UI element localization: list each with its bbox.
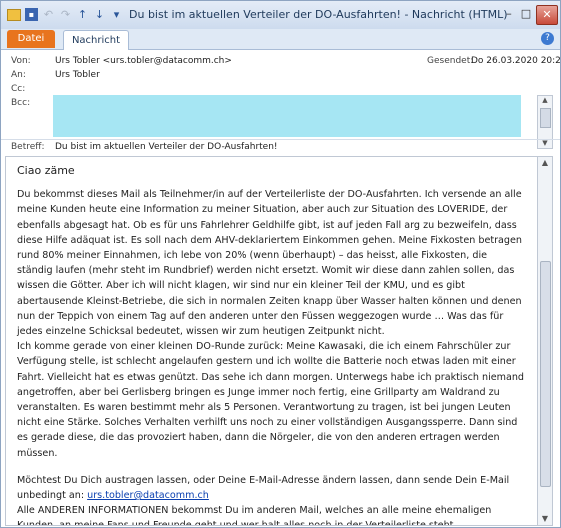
subject-value: Du bist im aktuellen Verteiler der DO-Au… bbox=[55, 142, 278, 152]
sent-value: Do 26.03.2020 20:29 bbox=[471, 56, 561, 66]
scroll-up-icon[interactable]: ▲ bbox=[538, 157, 552, 169]
scroll-thumb[interactable] bbox=[540, 261, 551, 487]
email-link[interactable]: urs.tobler@datacomm.ch bbox=[87, 490, 209, 501]
title-bar: ▪ ↶ ↷ ↑ ↓ ▾ Du bist im aktuellen Verteil… bbox=[1, 1, 560, 29]
close-button[interactable]: ✕ bbox=[536, 5, 558, 25]
message-body: Ciao zäme Du bekommst dieses Mail als Te… bbox=[5, 156, 538, 526]
minimize-button[interactable]: – bbox=[501, 5, 517, 23]
header-scrollbar[interactable]: ▲ ▼ bbox=[537, 95, 553, 149]
next-item-icon[interactable]: ↓ bbox=[93, 8, 106, 21]
scroll-down-icon[interactable]: ▼ bbox=[538, 513, 552, 525]
body-scrollbar[interactable]: ▲ ▼ bbox=[537, 156, 553, 526]
sent-label: Gesendet: bbox=[427, 56, 474, 66]
email-window: ▪ ↶ ↷ ↑ ↓ ▾ Du bist im aktuellen Verteil… bbox=[0, 0, 561, 528]
save-icon[interactable]: ▪ bbox=[25, 8, 38, 21]
message-body-text: Ciao zäme Du bekommst dieses Mail als Te… bbox=[17, 163, 525, 526]
to-label: An: bbox=[11, 70, 26, 80]
cc-label: Cc: bbox=[11, 84, 26, 94]
from-label: Von: bbox=[11, 56, 31, 66]
from-value[interactable]: Urs Tobler <urs.tobler@datacomm.ch> bbox=[55, 56, 232, 66]
outlook-mail-icon[interactable] bbox=[7, 8, 21, 21]
header-divider bbox=[1, 139, 560, 140]
to-value[interactable]: Urs Tobler bbox=[55, 70, 100, 80]
paragraph-2: Ich komme gerade von einer kleinen DO-Ru… bbox=[17, 341, 525, 459]
paragraph-3: Möchtest Du Dich austragen lassen, oder … bbox=[17, 473, 525, 503]
scroll-down-icon[interactable]: ▼ bbox=[538, 139, 552, 148]
subject-label: Betreff: bbox=[11, 142, 45, 152]
maximize-button[interactable]: □ bbox=[518, 5, 534, 23]
paragraph-1: Du bekommst dieses Mail als Teilnehmer/i… bbox=[17, 189, 523, 338]
undo-icon[interactable]: ↶ bbox=[42, 8, 55, 21]
redo-icon[interactable]: ↷ bbox=[59, 8, 72, 21]
paragraph-4: Alle ANDEREN INFORMATIONEN bekommst Du i… bbox=[17, 505, 492, 526]
window-title: Du bist im aktuellen Verteiler der DO-Au… bbox=[129, 8, 508, 21]
scroll-up-icon[interactable]: ▲ bbox=[538, 96, 552, 105]
scroll-thumb[interactable] bbox=[540, 108, 551, 128]
bcc-label: Bcc: bbox=[11, 98, 31, 108]
tab-datei[interactable]: Datei bbox=[7, 30, 55, 48]
greeting: Ciao zäme bbox=[17, 164, 75, 177]
tab-nachricht[interactable]: Nachricht bbox=[63, 30, 129, 50]
customize-toolbar-icon[interactable]: ▾ bbox=[110, 8, 123, 21]
ribbon-tabs: Datei Nachricht ? bbox=[1, 29, 560, 50]
previous-item-icon[interactable]: ↑ bbox=[76, 8, 89, 21]
quick-access-toolbar: ▪ ↶ ↷ ↑ ↓ ▾ bbox=[7, 8, 123, 21]
bcc-redacted-box bbox=[53, 95, 521, 137]
help-icon[interactable]: ? bbox=[541, 32, 554, 45]
